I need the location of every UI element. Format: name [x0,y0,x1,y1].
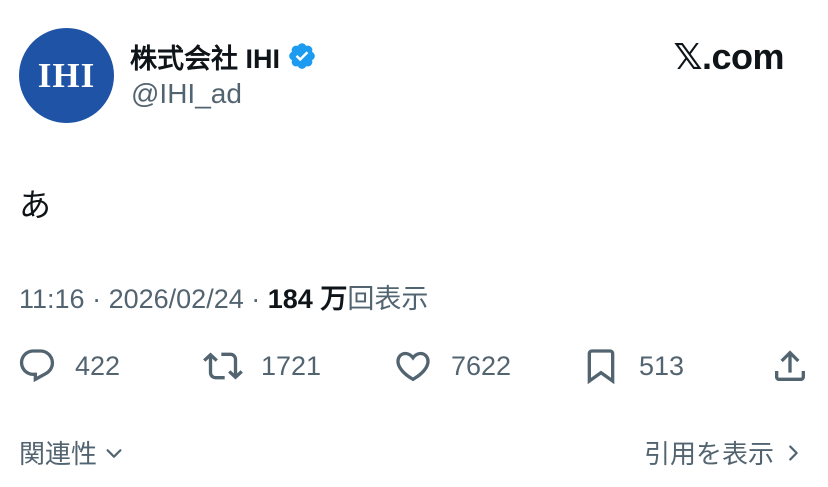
verified-badge-icon [289,43,315,69]
like-button[interactable]: 7622 [393,342,511,390]
share-icon [775,350,805,381]
reply-button[interactable]: 422 [17,342,120,390]
chevron-down-icon [106,448,122,458]
meta-separator: · [251,284,261,314]
retweet-button[interactable]: 1721 [203,342,321,390]
meta-separator: · [92,284,102,314]
retweet-count: 1721 [261,350,322,381]
tweet-time[interactable]: 11:16 [19,284,85,314]
bookmark-count: 513 [639,350,685,381]
sort-related-button[interactable]: 関連性 [19,434,125,471]
tweet-date[interactable]: 2026/02/24 [109,284,244,314]
avatar[interactable]: IHI [19,28,114,123]
sort-related-label: 関連性 [19,439,98,469]
chevron-right-icon [789,444,798,461]
view-quotes-link[interactable]: 引用を表示 [644,434,804,471]
author-handle[interactable]: @IHI_ad [131,78,242,110]
author-name-row: 株式会社 IHI [130,38,317,74]
tweet-card: IHI 株式会社 IHI @IHI_ad 𝕏.com あ 11:16 · 202… [0,0,828,487]
share-button[interactable] [770,342,810,390]
tweet-meta: 11:16 · 2026/02/24 · 184 万回表示 [19,277,428,316]
tweet-text: あ [19,187,52,223]
retweet-icon [203,352,243,380]
bookmark-button[interactable]: 513 [581,342,684,390]
heart-icon [396,351,430,382]
x-logo: 𝕏.com [673,36,784,77]
view-quotes-label: 引用を表示 [643,439,774,469]
views-label: 回表示 [347,284,429,314]
reply-count: 422 [75,350,121,381]
display-name[interactable]: 株式会社 IHI [130,37,280,76]
like-count: 7622 [451,350,512,381]
reply-icon [19,349,55,383]
bookmark-icon [587,349,615,385]
views-count: 184 万 [267,284,348,314]
action-bar: 422 1721 7622 513 [0,342,828,390]
avatar-logo-text: IHI [37,55,96,95]
